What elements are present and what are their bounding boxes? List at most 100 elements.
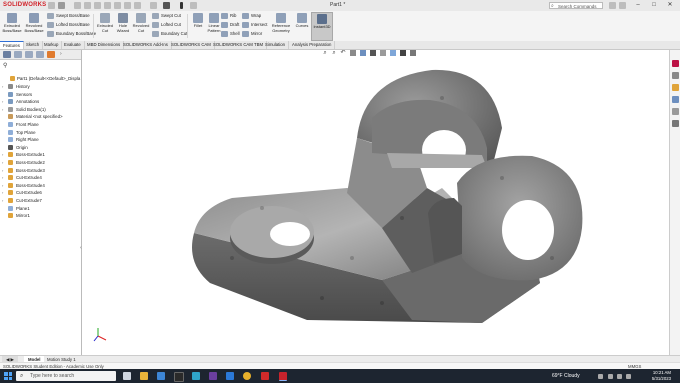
volume-icon[interactable] <box>617 374 622 379</box>
expand-arrow-icon[interactable]: › <box>2 174 3 181</box>
propertymanager-tab-icon[interactable] <box>14 51 22 58</box>
search-commands-input[interactable]: ⌕ Search Commands <box>549 2 603 9</box>
maximize-button[interactable]: □ <box>648 1 660 10</box>
view-settings-icon[interactable] <box>410 50 416 56</box>
display-style-icon[interactable] <box>370 50 376 56</box>
network-icon[interactable] <box>608 374 613 379</box>
revolved-boss-button[interactable]: Revolved Boss/Base <box>23 13 45 33</box>
design-library-icon[interactable] <box>672 72 679 79</box>
shell-button[interactable]: Shell <box>221 30 240 38</box>
wrap-button[interactable]: Wrap <box>242 12 261 20</box>
tab-markup[interactable]: Markup <box>41 41 63 49</box>
mail-icon[interactable] <box>192 372 200 380</box>
lofted-boss-button[interactable]: Lofted Boss/Base <box>47 21 90 29</box>
display-manager-tab-icon[interactable] <box>47 51 55 58</box>
select-icon[interactable] <box>134 2 141 9</box>
mirror-button[interactable]: Mirror <box>242 30 262 38</box>
edge-icon[interactable] <box>157 372 165 380</box>
extruded-boss-button[interactable]: Extruded Boss/Base <box>1 13 23 33</box>
lofted-cut-button[interactable]: Lofted Cut <box>152 21 181 29</box>
appearances-icon[interactable] <box>672 108 679 115</box>
graphics-area[interactable] <box>82 58 665 355</box>
word-icon[interactable] <box>226 372 234 380</box>
expand-arrow-icon[interactable]: › <box>2 182 3 189</box>
file-explorer-taskbar-icon[interactable] <box>140 372 148 380</box>
expand-arrow-icon[interactable]: › <box>2 159 3 166</box>
open-icon[interactable] <box>84 2 91 9</box>
featuremanager-tab-icon[interactable] <box>3 51 11 58</box>
expand-arrow-icon[interactable]: › <box>2 189 3 196</box>
expand-arrow-icon[interactable]: › <box>2 98 3 105</box>
tab-solidworks-cam-tbm[interactable]: SOLIDWORKS CAM TBM <box>210 41 268 49</box>
file-explorer-icon[interactable] <box>672 84 679 91</box>
dimxpert-tab-icon[interactable] <box>36 51 44 58</box>
windows-start-icon[interactable] <box>4 372 12 380</box>
traffic-light-icon[interactable] <box>180 2 183 9</box>
part-model-view[interactable] <box>82 58 665 355</box>
tab-solidworks-cam[interactable]: SOLIDWORKS CAM <box>168 41 215 49</box>
rib-button[interactable]: Rib <box>221 12 236 20</box>
welcome-icon[interactable] <box>48 2 55 9</box>
close-button[interactable]: ✕ <box>664 1 676 10</box>
redo-icon[interactable] <box>124 2 131 9</box>
tab-evaluate[interactable]: Evaluate <box>61 41 85 49</box>
tab-solidworks-addins[interactable]: SOLIDWORKS Add-Ins <box>120 41 172 49</box>
help-icon[interactable] <box>609 2 616 9</box>
expand-arrow-icon[interactable]: › <box>2 197 3 204</box>
tray-overflow-icon[interactable] <box>598 374 603 379</box>
expand-arrow-icon[interactable]: › <box>2 106 3 113</box>
zoom-to-area-icon[interactable]: ⌕ <box>331 50 337 56</box>
expand-arrow-icon[interactable]: › <box>2 151 3 158</box>
store-icon[interactable] <box>174 372 184 382</box>
filter-icon[interactable]: ⚲ <box>3 62 7 69</box>
user-icon[interactable] <box>619 2 626 9</box>
instant3d-button[interactable]: Instant3D <box>311 12 333 41</box>
draft-button[interactable]: Draft <box>221 21 239 29</box>
save-icon[interactable] <box>94 2 101 9</box>
view-palette-icon[interactable] <box>672 96 679 103</box>
expand-arrow-icon[interactable]: › <box>2 167 3 174</box>
curves-button[interactable]: Curves <box>291 13 313 29</box>
tab-features[interactable]: Features <box>0 41 24 49</box>
options-icon[interactable] <box>190 2 197 9</box>
solidworks-taskbar-icon[interactable] <box>279 372 287 381</box>
battery-icon[interactable] <box>626 374 631 379</box>
swept-boss-button[interactable]: Swept Boss/Base <box>47 12 90 20</box>
custom-properties-icon[interactable] <box>672 120 679 127</box>
print-icon[interactable] <box>104 2 111 9</box>
previous-view-icon[interactable]: ↶ <box>340 50 346 56</box>
taskbar-search-box[interactable]: ⌕ Type here to search <box>16 371 116 381</box>
undo-icon[interactable] <box>114 2 121 9</box>
zoom-to-fit-icon[interactable]: ⌕ <box>322 50 328 56</box>
task-view-icon[interactable] <box>123 372 131 380</box>
rebuild-icon[interactable] <box>150 2 157 9</box>
new-document-icon[interactable] <box>74 2 81 9</box>
edit-appearance-icon[interactable] <box>390 50 396 56</box>
solidworks-logo[interactable]: SOLIDWORKS <box>3 2 46 8</box>
boundary-cut-button[interactable]: Boundary Cut <box>152 30 187 38</box>
acrobat-icon[interactable] <box>261 372 269 380</box>
weather-widget[interactable]: 69°F Cloudy <box>552 372 580 380</box>
hide-show-items-icon[interactable] <box>380 50 386 56</box>
minimize-button[interactable]: – <box>632 1 644 10</box>
tab-mbd-dimensions[interactable]: MBD Dimensions <box>84 41 125 49</box>
expand-arrow-icon[interactable]: › <box>2 83 3 90</box>
chrome-icon[interactable] <box>243 372 251 380</box>
solidworks-resources-icon[interactable] <box>672 60 679 67</box>
view-orientation-icon[interactable] <box>360 50 366 56</box>
taskbar-clock[interactable]: 10:21 AM 5/31/2023 <box>641 370 671 381</box>
reference-geometry-button[interactable]: Reference Geometry <box>270 13 292 33</box>
revolved-cut-button[interactable]: Revolved Cut <box>130 13 152 33</box>
cursor-icon[interactable] <box>163 2 170 9</box>
section-view-icon[interactable] <box>350 50 356 56</box>
more-tabs-icon[interactable]: › <box>60 51 68 58</box>
tab-analysis-preparation[interactable]: Analysis Preparation <box>289 41 336 49</box>
configurationmanager-tab-icon[interactable] <box>25 51 33 58</box>
apply-scene-icon[interactable] <box>400 50 406 56</box>
home-icon[interactable] <box>58 2 65 9</box>
intersect-button[interactable]: Intersect <box>242 21 267 29</box>
teams-icon[interactable] <box>209 372 217 380</box>
boundary-boss-button[interactable]: Boundary Boss/Base <box>47 30 96 38</box>
tab-simulation[interactable]: Simulation <box>262 41 290 49</box>
swept-cut-button[interactable]: Swept Cut <box>152 12 181 20</box>
